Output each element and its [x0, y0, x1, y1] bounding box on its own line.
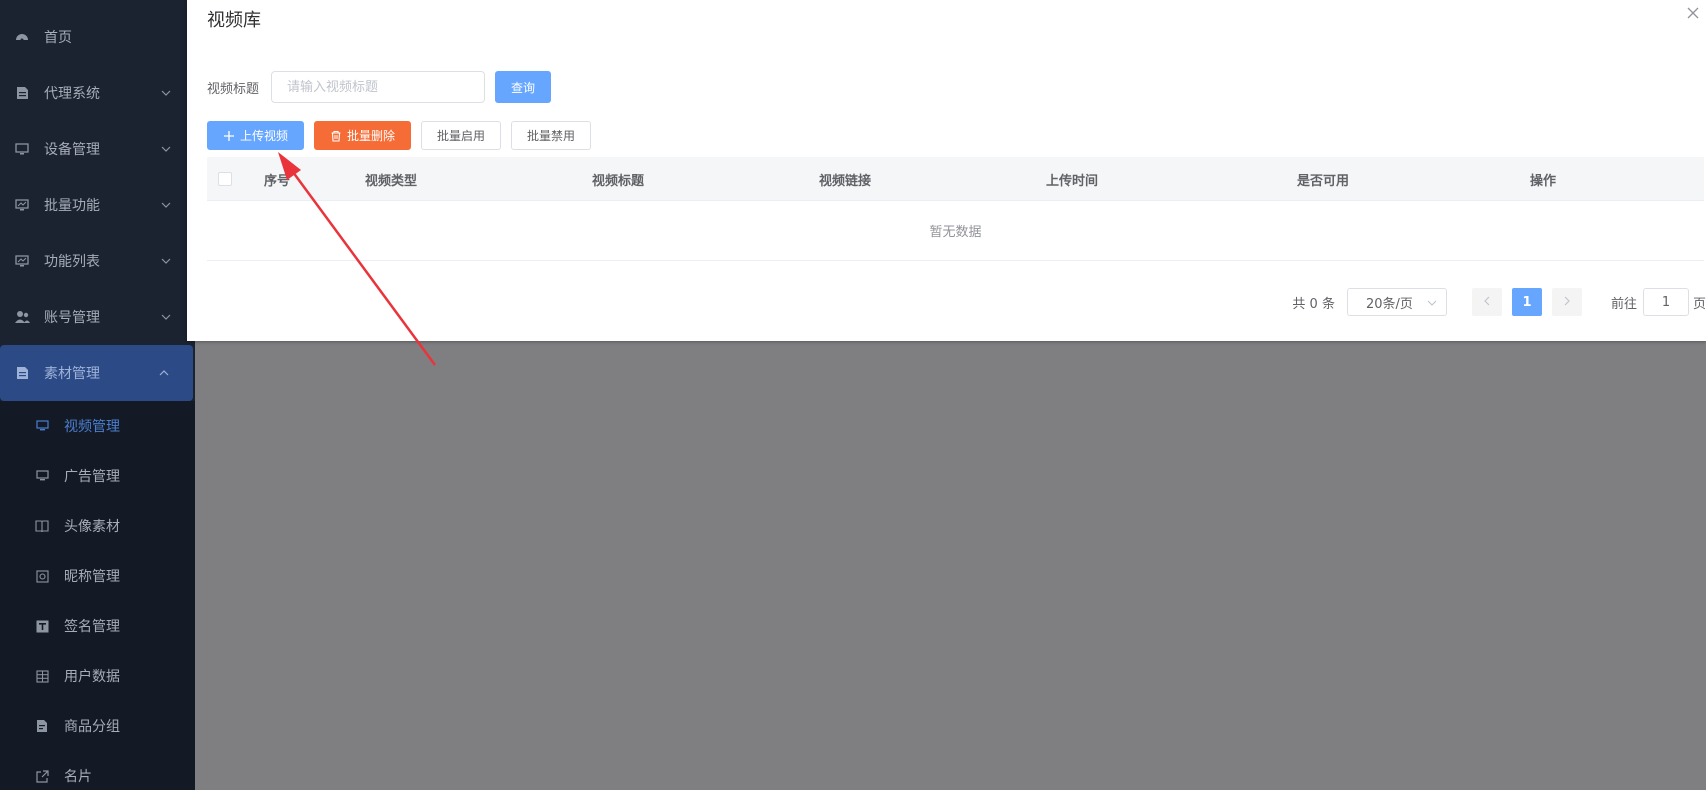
sidebar-subitem-ad-management[interactable]: 广告管理	[0, 451, 195, 501]
sidebar: 首页 代理系统 设备管理 批量功能 功能列表 账号管理 素材管理 视频管理 广告…	[0, 0, 195, 790]
submenu-material: 视频管理 广告管理 头像素材 昵称管理 签名管理 用户数据 商品分组 名片	[0, 401, 195, 790]
search-form: 视频标题 查询	[207, 71, 552, 103]
sidebar-item-label: 商品分组	[64, 719, 120, 735]
text-box-icon	[34, 618, 50, 634]
video-title-label: 视频标题	[207, 81, 260, 97]
sidebar-subitem-video-management[interactable]: 视频管理	[0, 401, 195, 451]
plus-icon	[223, 130, 235, 142]
sidebar-item-label: 代理系统	[44, 86, 100, 102]
chevron-left-icon	[1482, 295, 1492, 310]
target-icon	[34, 568, 50, 584]
sidebar-item-label: 视频管理	[64, 419, 120, 435]
upload-video-button[interactable]: 上传视频	[207, 121, 304, 150]
sidebar-item-label: 签名管理	[64, 619, 120, 635]
batch-disable-button[interactable]: 批量禁用	[511, 121, 591, 150]
table-header: 序号 视频类型 视频标题 视频链接 上传时间 是否可用 操作	[207, 157, 1704, 201]
monitor-icon	[14, 141, 30, 157]
sidebar-item-function-list[interactable]: 功能列表	[0, 233, 195, 289]
close-icon[interactable]	[1686, 6, 1700, 20]
monitor-chart-icon	[14, 253, 30, 269]
document-icon	[14, 365, 30, 381]
video-library-dialog: 视频库 视频标题 查询 上传视频 批量删除 批量启用 批量禁用 序号 视频类型 …	[187, 0, 1706, 341]
goto-page-input[interactable]	[1642, 288, 1689, 316]
sidebar-item-account-management[interactable]: 账号管理	[0, 289, 195, 345]
sidebar-subitem-signature-management[interactable]: 签名管理	[0, 601, 195, 651]
sidebar-item-label: 广告管理	[64, 469, 120, 485]
monitor-chart-icon	[14, 197, 30, 213]
sidebar-item-label: 账号管理	[44, 310, 100, 326]
sidebar-item-label: 功能列表	[44, 254, 100, 270]
column-header-index: 序号	[264, 173, 291, 189]
total-count: 共 0 条	[1292, 296, 1335, 312]
query-button[interactable]: 查询	[495, 71, 552, 103]
sidebar-subitem-business-card[interactable]: 名片	[0, 751, 195, 790]
prev-page-button[interactable]	[1471, 288, 1502, 316]
page-number-current[interactable]: 1	[1511, 288, 1542, 316]
column-header-actions: 操作	[1530, 173, 1557, 189]
column-header-availability: 是否可用	[1297, 173, 1350, 189]
column-header-video-link: 视频链接	[819, 173, 872, 189]
sidebar-item-label: 批量功能	[44, 198, 100, 214]
grid-icon	[34, 668, 50, 684]
sidebar-item-label: 首页	[44, 30, 72, 46]
sidebar-item-label: 用户数据	[64, 669, 120, 685]
dashboard-icon	[14, 29, 30, 45]
video-title-input[interactable]	[271, 71, 486, 103]
users-icon	[14, 309, 30, 325]
chevron-up-icon	[157, 366, 171, 380]
goto-suffix: 页	[1692, 296, 1706, 312]
sidebar-subitem-avatar-material[interactable]: 头像素材	[0, 501, 195, 551]
sidebar-subitem-product-group[interactable]: 商品分组	[0, 701, 195, 751]
sidebar-item-label: 设备管理	[44, 142, 100, 158]
page-jumper: 前往 页	[1611, 288, 1706, 316]
page-size-select[interactable]: 20条/页	[1346, 288, 1447, 316]
upload-video-label: 上传视频	[239, 129, 288, 143]
sidebar-subitem-user-data[interactable]: 用户数据	[0, 651, 195, 701]
goto-prefix: 前往	[1610, 296, 1637, 312]
table-empty-text: 暂无数据	[207, 201, 1704, 261]
video-table: 序号 视频类型 视频标题 视频链接 上传时间 是否可用 操作 暂无数据	[207, 157, 1704, 261]
sidebar-item-agent-system[interactable]: 代理系统	[0, 65, 195, 121]
chevron-down-icon	[159, 254, 173, 268]
column-header-upload-time: 上传时间	[1046, 173, 1099, 189]
sidebar-subitem-nickname-management[interactable]: 昵称管理	[0, 551, 195, 601]
monitor-icon	[34, 418, 50, 434]
sidebar-item-batch-functions[interactable]: 批量功能	[0, 177, 195, 233]
sidebar-item-device-management[interactable]: 设备管理	[0, 121, 195, 177]
select-all-checkbox[interactable]	[218, 172, 232, 186]
sidebar-item-label: 昵称管理	[64, 569, 120, 585]
document-icon	[14, 85, 30, 101]
sidebar-item-label: 头像素材	[64, 519, 120, 535]
column-header-video-type: 视频类型	[365, 173, 418, 189]
batch-enable-button[interactable]: 批量启用	[421, 121, 501, 150]
trash-icon	[330, 130, 342, 142]
page-size-value: 20条/页	[1365, 296, 1413, 312]
sidebar-item-label: 素材管理	[44, 366, 100, 382]
edit-document-icon	[34, 718, 50, 734]
external-link-icon	[34, 768, 50, 784]
batch-delete-label: 批量删除	[346, 129, 395, 143]
action-toolbar: 上传视频 批量删除 批量启用 批量禁用	[207, 121, 601, 150]
next-page-button[interactable]	[1551, 288, 1582, 316]
chevron-down-icon	[159, 310, 173, 324]
chevron-down-icon	[159, 198, 173, 212]
sidebar-item-material-management[interactable]: 素材管理	[0, 345, 193, 401]
dialog-title: 视频库	[207, 10, 261, 31]
batch-delete-button[interactable]: 批量删除	[314, 121, 411, 150]
chevron-down-icon	[1426, 297, 1438, 309]
chevron-down-icon	[159, 86, 173, 100]
column-header-video-title: 视频标题	[592, 173, 645, 189]
select-all-cell	[218, 157, 232, 201]
monitor-icon	[34, 468, 50, 484]
book-icon	[34, 518, 50, 534]
sidebar-item-label: 名片	[64, 769, 92, 785]
sidebar-item-home[interactable]: 首页	[0, 9, 195, 65]
pagination: 共 0 条 20条/页 1 前往 页	[1292, 288, 1706, 316]
chevron-down-icon	[159, 142, 173, 156]
chevron-right-icon	[1562, 295, 1572, 310]
